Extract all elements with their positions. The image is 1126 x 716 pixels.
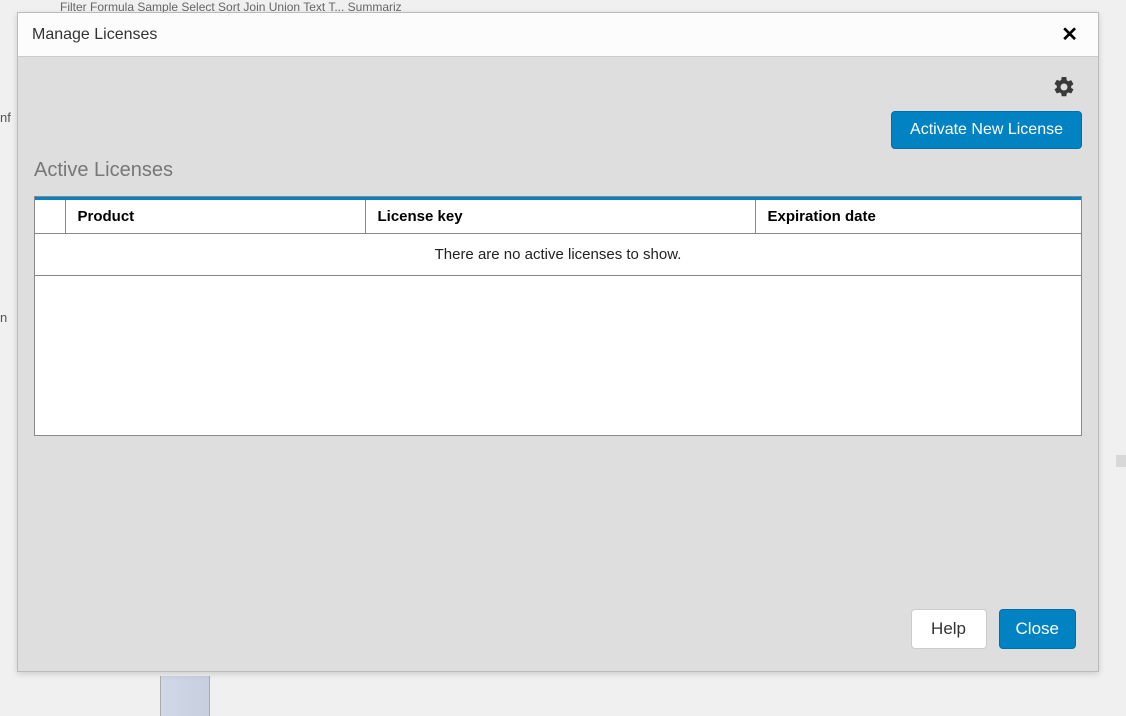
empty-licenses-message: There are no active licenses to show. [35, 234, 1081, 276]
help-button[interactable]: Help [911, 609, 987, 649]
col-expiration: Expiration date [755, 199, 1081, 234]
table-empty-row: There are no active licenses to show. [35, 234, 1081, 276]
close-button[interactable]: Close [999, 609, 1076, 649]
col-selector [35, 199, 65, 234]
col-license-key: License key [365, 199, 755, 234]
licenses-table: Product License key Expiration date Ther… [35, 197, 1081, 276]
activate-new-license-button[interactable]: Activate New License [891, 111, 1082, 149]
dialog-body: Activate New License Active Licenses Pro… [18, 57, 1098, 591]
col-product: Product [65, 199, 365, 234]
dialog-titlebar: Manage Licenses ✕ [18, 13, 1098, 57]
bg-right-strip [1116, 455, 1126, 467]
top-actions: Activate New License [34, 75, 1082, 149]
bg-bottom-strip [160, 676, 210, 716]
dialog-title: Manage Licenses [32, 26, 157, 44]
dialog-footer: Help Close [18, 591, 1098, 671]
active-licenses-heading: Active Licenses [34, 159, 1082, 182]
gear-icon[interactable] [1052, 75, 1076, 99]
table-header-row: Product License key Expiration date [35, 199, 1081, 234]
licenses-table-container: Product License key Expiration date Ther… [34, 196, 1082, 436]
manage-licenses-dialog: Manage Licenses ✕ Activate New License A… [17, 12, 1099, 672]
close-icon[interactable]: ✕ [1055, 25, 1084, 45]
bg-left-fragment-2: n [0, 310, 7, 325]
bg-left-fragment-1: nf [0, 110, 11, 125]
